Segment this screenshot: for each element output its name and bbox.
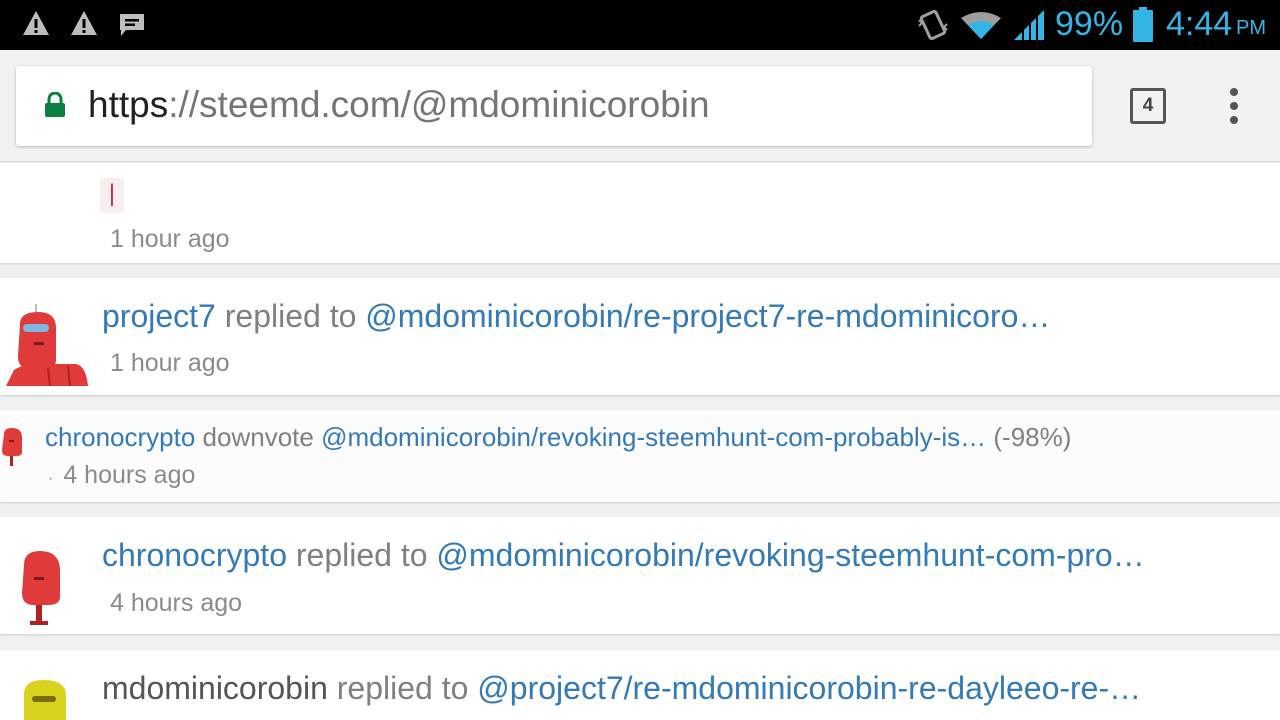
signal-icon (1014, 10, 1044, 40)
timestamp: · 4 hours ago (48, 461, 195, 490)
activity-line: chronocrypto replied to @mdominicorobin/… (102, 537, 1145, 574)
user-link[interactable]: mdominicorobin (102, 670, 328, 706)
activity-verb: replied to (215, 298, 366, 334)
clock-time: 4:44 (1166, 5, 1233, 43)
code-snippet: | (100, 178, 124, 213)
activity-line: chronocrypto downvote @mdominicorobin/re… (45, 422, 1071, 453)
lock-icon (45, 92, 65, 117)
feed-item: mdominicorobin replied to @project7/re-m… (0, 650, 1280, 720)
activity-line: mdominicorobin replied to @project7/re-m… (102, 670, 1141, 707)
activity-line: project7 replied to @mdominicorobin/re-p… (102, 298, 1050, 335)
vibrate-icon (918, 9, 948, 41)
tab-switcher-button[interactable]: 4 (1130, 88, 1166, 124)
user-link[interactable]: project7 (102, 298, 216, 334)
post-link[interactable]: @mdominicorobin/re-project7-re-mdominico… (365, 298, 1050, 334)
robot-avatar-icon[interactable] (16, 547, 64, 627)
battery-icon (1133, 7, 1153, 42)
activity-verb: replied to (286, 537, 437, 573)
feed-item-vote: chronocrypto downvote @mdominicorobin/re… (0, 410, 1280, 502)
overflow-menu-button[interactable] (1222, 86, 1246, 126)
user-link[interactable]: chronocrypto (102, 537, 287, 573)
robot-avatar-icon[interactable] (20, 678, 70, 720)
browser-toolbar: https://steemd.com/@mdominicorobin 4 (0, 50, 1280, 162)
post-link[interactable]: @project7/re-mdominicorobin-re-dayleeo-r… (477, 670, 1141, 706)
clock-ampm: PM (1236, 17, 1266, 39)
status-bar: 99% 4:44 PM (0, 0, 1280, 50)
menu-dot (1230, 88, 1238, 96)
wifi-icon (961, 12, 1001, 39)
post-link[interactable]: @mdominicorobin/revoking-steemhunt-com-p… (321, 422, 986, 452)
warning-icon (71, 11, 97, 35)
feed-item: project7 replied to @mdominicorobin/re-p… (0, 278, 1280, 395)
timestamp: 1 hour ago (110, 225, 230, 253)
vote-weight: (-98%) (986, 422, 1072, 452)
feed-item: chronocrypto replied to @mdominicorobin/… (0, 517, 1280, 634)
url-scheme: https (88, 84, 169, 125)
post-link[interactable]: @mdominicorobin/revoking-steemhunt-com-p… (436, 537, 1144, 573)
feed-item: | 1 hour ago (0, 163, 1280, 263)
timestamp: 1 hour ago (110, 349, 230, 377)
user-link[interactable]: chronocrypto (45, 422, 195, 452)
message-icon (120, 14, 144, 36)
menu-dot (1230, 102, 1238, 110)
timestamp: 4 hours ago (110, 589, 243, 617)
url-host-path: ://steemd.com/@mdominicorobin (168, 84, 710, 125)
robot-avatar-icon[interactable] (0, 426, 24, 466)
activity-verb: downvote (195, 422, 322, 452)
menu-dot (1230, 116, 1238, 124)
warning-icon (23, 11, 49, 35)
battery-percent: 99% (1055, 5, 1124, 43)
address-bar[interactable]: https://steemd.com/@mdominicorobin (16, 66, 1092, 146)
activity-verb: replied to (327, 670, 478, 706)
timestamp-text: 4 hours ago (63, 461, 196, 489)
url-text[interactable]: https://steemd.com/@mdominicorobin (88, 84, 710, 126)
robot-avatar-icon[interactable] (6, 302, 88, 386)
separator-dot: · (48, 470, 54, 487)
